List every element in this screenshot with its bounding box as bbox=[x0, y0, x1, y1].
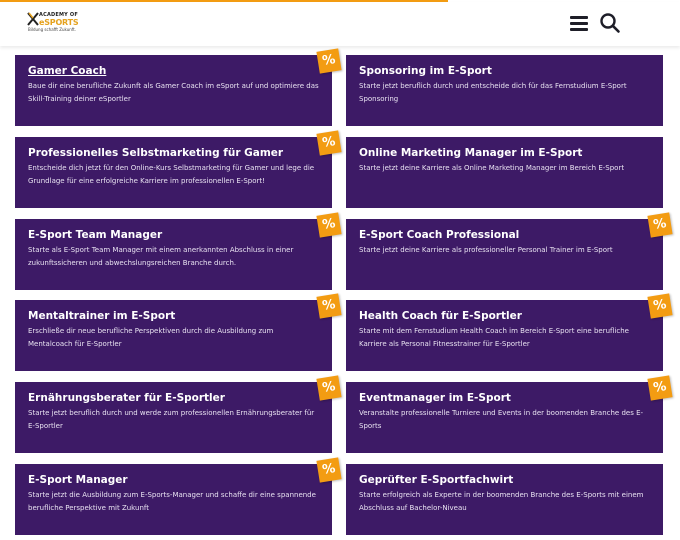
card-description: Starte jetzt deine Karriere als professi… bbox=[359, 246, 613, 254]
course-card-selbstmarketing[interactable]: Professionelles Selbstmarketing für Game… bbox=[15, 130, 342, 208]
card-title[interactable]: Ernährungsberater für E-Sportler bbox=[28, 391, 319, 405]
academy-logo[interactable]: ACADEMY OF eSPORTS Bildung schafft Zukun… bbox=[27, 12, 117, 36]
card-title[interactable]: E-Sport Team Manager bbox=[28, 228, 319, 242]
discount-percent-icon: % bbox=[316, 212, 342, 238]
discount-percent-icon: % bbox=[316, 293, 342, 319]
card-description: Starte erfolgreich als Experte in der bo… bbox=[359, 491, 644, 512]
course-card-mentaltrainer[interactable]: Mentaltrainer im E-Sport Erschließe dir … bbox=[15, 293, 342, 371]
card-description: Starte mit dem Fernstudium Health Coach … bbox=[359, 327, 629, 348]
card-title[interactable]: Mentaltrainer im E-Sport bbox=[28, 309, 319, 323]
card-description: Baue dir eine berufliche Zukunft als Gam… bbox=[28, 82, 319, 103]
course-card-coach-professional[interactable]: E-Sport Coach Professional Starte jetzt … bbox=[346, 212, 673, 290]
card-description: Starte jetzt deine Karriere als Online M… bbox=[359, 164, 625, 172]
logo-tagline: Bildung schafft Zukunft. bbox=[28, 27, 76, 32]
discount-percent-icon: % bbox=[647, 375, 673, 401]
course-card-ernaehrungsberater[interactable]: Ernährungsberater für E-Sportler Starte … bbox=[15, 375, 342, 453]
course-card-esport-manager[interactable]: E-Sport Manager Starte jetzt die Ausbild… bbox=[15, 457, 342, 535]
discount-percent-icon: % bbox=[316, 48, 342, 74]
card-description: Starte als E-Sport Team Manager mit eine… bbox=[28, 246, 294, 267]
card-description: Erschließe dir neue berufliche Perspekti… bbox=[28, 327, 274, 348]
card-title[interactable]: Eventmanager im E-Sport bbox=[359, 391, 650, 405]
card-title[interactable]: Geprüfter E-Sportfachwirt bbox=[359, 473, 650, 487]
course-card-team-manager[interactable]: E-Sport Team Manager Starte als E-Sport … bbox=[15, 212, 342, 290]
discount-percent-icon: % bbox=[316, 375, 342, 401]
hamburger-menu-icon[interactable] bbox=[569, 13, 589, 33]
course-card-health-coach[interactable]: Health Coach für E-Sportler Starte mit d… bbox=[346, 293, 673, 371]
card-description: Entscheide dich jetzt für den Online-Kur… bbox=[28, 164, 315, 185]
card-description: Starte jetzt beruflich durch und werde z… bbox=[28, 409, 315, 430]
card-title[interactable]: E-Sport Coach Professional bbox=[359, 228, 650, 242]
logo-text-main: eSPORTS bbox=[39, 18, 79, 27]
card-title[interactable]: Online Marketing Manager im E-Sport bbox=[359, 146, 650, 160]
search-icon[interactable] bbox=[599, 12, 621, 34]
card-title[interactable]: Sponsoring im E-Sport bbox=[359, 64, 650, 78]
course-card-eventmanager[interactable]: Eventmanager im E-Sport Veranstalte prof… bbox=[346, 375, 673, 453]
site-header: ACADEMY OF eSPORTS Bildung schafft Zukun… bbox=[0, 2, 680, 46]
course-card-online-marketing[interactable]: Online Marketing Manager im E-Sport Star… bbox=[346, 137, 663, 208]
discount-percent-icon: % bbox=[647, 212, 673, 238]
card-description: Starte jetzt beruflich durch und entsche… bbox=[359, 82, 627, 103]
logo-x-mark-icon bbox=[27, 12, 39, 26]
discount-percent-icon: % bbox=[316, 457, 342, 483]
card-description: Veranstalte professionelle Turniere und … bbox=[359, 409, 644, 430]
course-card-sponsoring[interactable]: Sponsoring im E-Sport Starte jetzt beruf… bbox=[346, 55, 663, 126]
discount-percent-icon: % bbox=[647, 293, 673, 319]
card-title[interactable]: Professionelles Selbstmarketing für Game… bbox=[28, 146, 319, 160]
card-title[interactable]: E-Sport Manager bbox=[28, 473, 319, 487]
discount-percent-icon: % bbox=[316, 130, 342, 156]
card-title[interactable]: Gamer Coach bbox=[28, 64, 319, 78]
card-title[interactable]: Health Coach für E-Sportler bbox=[359, 309, 650, 323]
course-card-gamer-coach[interactable]: Gamer Coach Baue dir eine berufliche Zuk… bbox=[15, 48, 342, 126]
card-description: Starte jetzt die Ausbildung zum E-Sports… bbox=[28, 491, 316, 512]
course-card-esportfachwirt[interactable]: Geprüfter E-Sportfachwirt Starte erfolgr… bbox=[346, 464, 663, 535]
